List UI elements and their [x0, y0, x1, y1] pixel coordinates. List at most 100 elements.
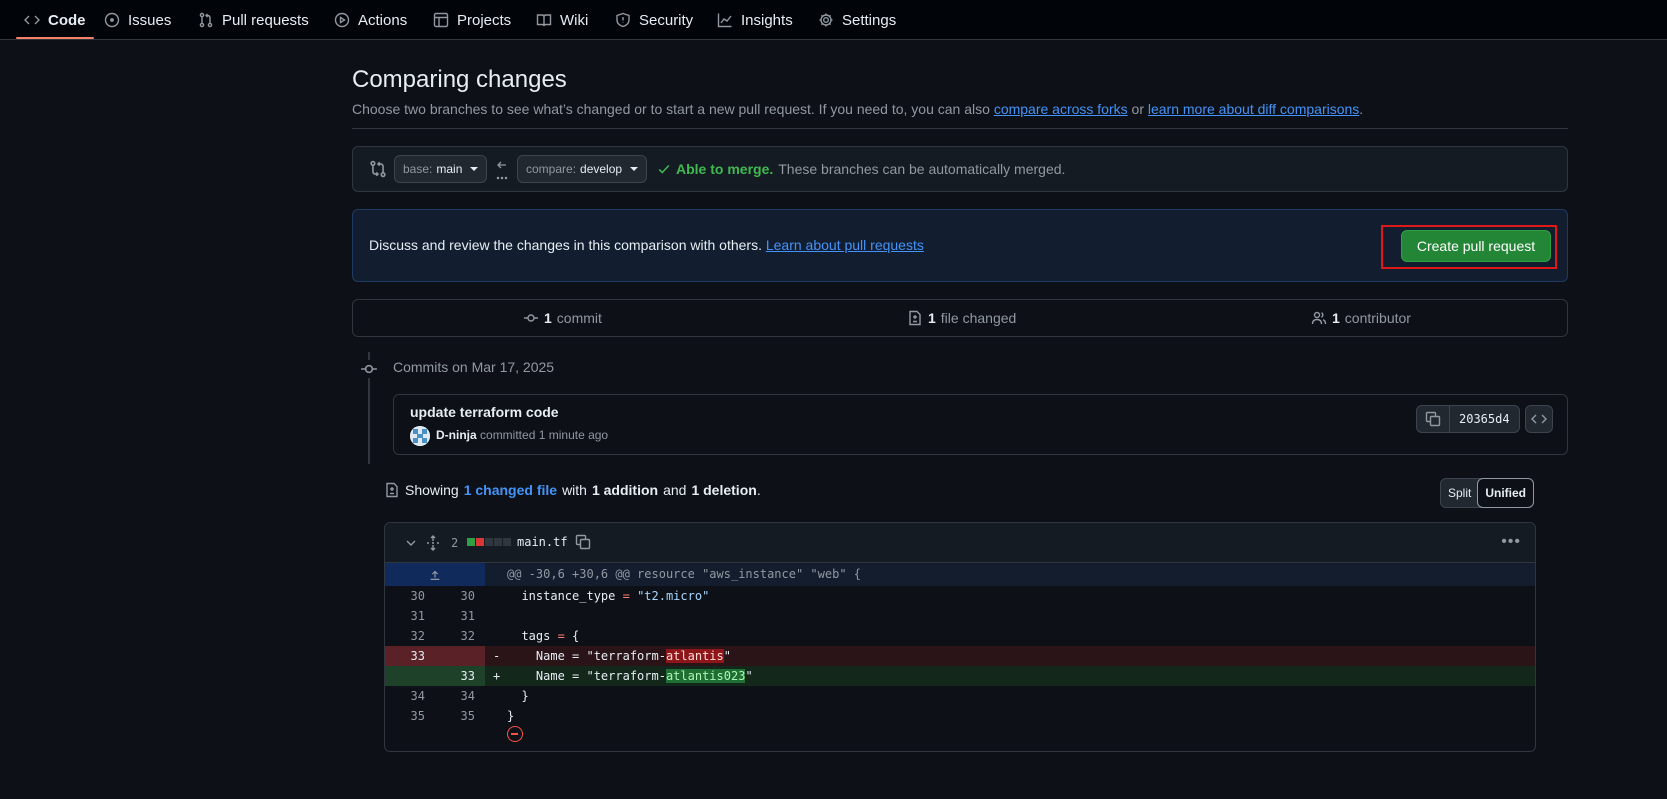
- check-icon: [658, 164, 670, 174]
- tab-pull-requests[interactable]: Pull requests: [190, 0, 317, 40]
- old-line-number[interactable]: 30: [385, 589, 425, 603]
- comparison-stats: 1 commit 1 file changed 1 contributor: [352, 299, 1568, 337]
- old-line-number[interactable]: 31: [385, 609, 425, 623]
- new-line-number[interactable]: 30: [435, 589, 475, 603]
- commit-sha-link[interactable]: 20365d4: [1450, 406, 1519, 432]
- diff-line-eof: [385, 726, 1535, 746]
- compare-value: develop: [580, 162, 623, 176]
- tab-code[interactable]: Code: [16, 0, 94, 40]
- diff-view-toggle: Split Unified: [1440, 478, 1535, 508]
- new-line-number[interactable]: 33: [435, 669, 475, 683]
- file-diff-icon: [386, 482, 398, 498]
- diff-line: 32 32 tags = {: [385, 626, 1535, 646]
- tab-security[interactable]: Security: [607, 0, 701, 40]
- line-code: }: [507, 689, 529, 703]
- base-branch-select[interactable]: base: main: [394, 155, 488, 183]
- timeline-commit-node: [360, 360, 378, 378]
- learn-pull-requests-link[interactable]: Learn about pull requests: [766, 237, 924, 253]
- diff-line: 34 34 }: [385, 686, 1535, 706]
- diff-line: 30 30 instance_type = "t2.micro": [385, 586, 1535, 606]
- base-label: base:: [403, 162, 433, 176]
- contributors-label: contributor: [1344, 310, 1411, 326]
- diff-line: 35 35 }: [385, 706, 1535, 726]
- avatar-identicon: [410, 426, 430, 446]
- graph-icon: [717, 13, 732, 28]
- old-line-number[interactable]: 34: [385, 689, 425, 703]
- contributors-stat[interactable]: 1 contributor: [1311, 310, 1411, 326]
- tab-projects[interactable]: Projects: [425, 0, 519, 40]
- collapse-file-button[interactable]: [403, 535, 419, 554]
- old-line-number[interactable]: 32: [385, 629, 425, 643]
- tab-security-label: Security: [639, 11, 694, 29]
- shield-icon: [616, 12, 630, 28]
- files-stat[interactable]: 1 file changed: [907, 310, 1016, 326]
- code-before: Name = "terraform-: [507, 669, 666, 683]
- merge-status-label: Able to merge.: [676, 161, 774, 177]
- copy-filename-button[interactable]: [575, 534, 591, 553]
- new-line-number[interactable]: 31: [435, 609, 475, 623]
- browse-repo-at-commit-button[interactable]: [1525, 405, 1553, 433]
- merge-status-detail: These branches can be automatically merg…: [778, 161, 1066, 177]
- diff-filename-link[interactable]: main.tf: [517, 535, 568, 549]
- unified-view-button[interactable]: Unified: [1477, 478, 1535, 508]
- diffstat-blocks: [467, 538, 511, 546]
- learn-diff-comparisons-link[interactable]: learn more about diff comparisons: [1148, 101, 1359, 117]
- line-sign: +: [493, 669, 501, 683]
- split-view-button[interactable]: Split: [1441, 479, 1478, 507]
- repo-nav: Code Issues Pull requests Actions Projec…: [0, 0, 1667, 40]
- commits-stat[interactable]: 1 commit: [523, 310, 602, 326]
- commit-meta: D-ninja committed 1 minute ago: [436, 428, 608, 442]
- commit-action: committed: [480, 428, 536, 442]
- copy-sha-button[interactable]: [1417, 406, 1450, 432]
- commit-title-link[interactable]: update terraform code: [410, 404, 559, 420]
- chevron-down-icon: [406, 540, 416, 546]
- tab-wiki[interactable]: Wiki: [528, 0, 596, 40]
- changed-files-link[interactable]: 1 changed file: [464, 482, 557, 498]
- subtitle-or: or: [1131, 101, 1144, 117]
- commits-count: 1: [544, 310, 552, 326]
- new-line-number[interactable]: 32: [435, 629, 475, 643]
- compare-across-forks-link[interactable]: compare across forks: [994, 101, 1128, 117]
- base-value: main: [436, 162, 463, 176]
- divider: [352, 128, 1568, 129]
- diff-changes-count: 2: [451, 536, 459, 550]
- create-pr-banner: Discuss and review the changes in this c…: [352, 209, 1568, 282]
- book-icon: [536, 14, 552, 27]
- old-line-number[interactable]: 35: [385, 709, 425, 723]
- avatar[interactable]: [410, 426, 430, 446]
- summary-with: with: [562, 482, 587, 498]
- new-line-number[interactable]: 35: [435, 709, 475, 723]
- contributors-count: 1: [1332, 310, 1340, 326]
- new-line-number[interactable]: 34: [435, 689, 475, 703]
- commits-label: commit: [556, 310, 602, 326]
- range-editor: base: main compare: develop Able to merg…: [352, 146, 1568, 192]
- tab-issues[interactable]: Issues: [96, 0, 179, 40]
- people-icon: [1311, 311, 1327, 325]
- tab-insights[interactable]: Insights: [709, 0, 801, 40]
- tab-actions[interactable]: Actions: [326, 0, 415, 40]
- kebab-horizontal-icon[interactable]: •••: [1501, 533, 1521, 551]
- play-icon: [334, 12, 350, 28]
- old-line-number[interactable]: 33: [385, 649, 425, 663]
- file-diff-icon: [909, 310, 921, 326]
- git-commit-icon: [361, 364, 377, 374]
- code-before: Name = "terraform-: [507, 649, 666, 663]
- compare-branch-select[interactable]: compare: develop: [517, 155, 648, 183]
- fold-up-icon: [430, 570, 440, 580]
- commit-author-link[interactable]: D-ninja: [436, 428, 477, 442]
- diff-line-added: 33 + Name = "terraform-atlantis023": [385, 666, 1535, 686]
- subtitle-end: .: [1359, 101, 1364, 117]
- diff-summary: Showing 1 changed file with 1 addition a…: [384, 482, 761, 498]
- deletions-count: 1 deletion: [691, 482, 757, 498]
- line-sign: -: [493, 649, 501, 663]
- create-pull-request-button[interactable]: Create pull request: [1401, 230, 1551, 262]
- code-deleted-highlight: atlantis: [665, 649, 724, 663]
- hunk-header-text: @@ -30,6 +30,6 @@ resource "aws_instance…: [507, 567, 862, 581]
- issue-opened-icon: [104, 12, 120, 28]
- tab-issues-label: Issues: [128, 11, 172, 29]
- expand-up-button[interactable]: [385, 563, 485, 586]
- tab-settings[interactable]: Settings: [810, 0, 904, 40]
- expand-all-button[interactable]: [425, 535, 441, 554]
- code-added-highlight: atlantis023: [665, 669, 746, 683]
- diffstat-deleted-block: [476, 538, 484, 546]
